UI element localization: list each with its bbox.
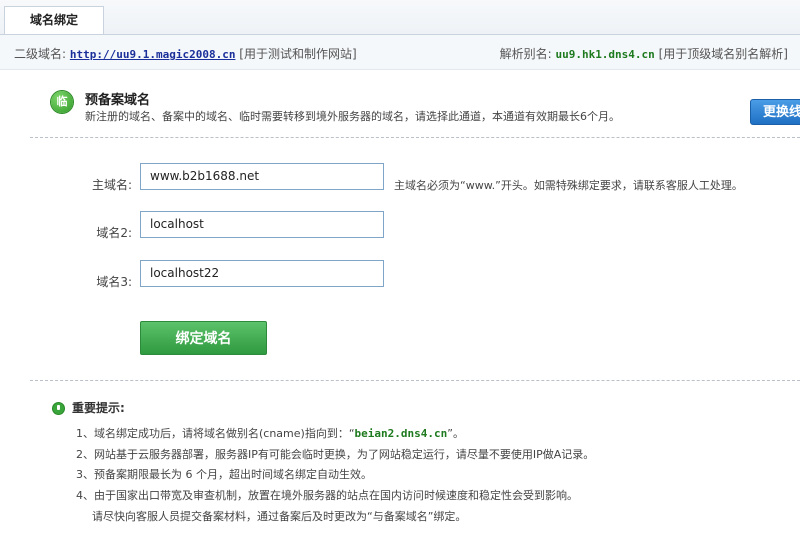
subdomain-link[interactable]: http://uu9.1.magic2008.cn (70, 48, 236, 61)
domain3-input[interactable]: localhost22 (140, 260, 384, 287)
alias-note: [用于顶级域名别名解析] (658, 47, 788, 61)
bind-domain-button[interactable]: 绑定域名 (140, 321, 267, 355)
subdomain-note: [用于测试和制作网站] (239, 47, 357, 61)
domain2-label: 域名2: (96, 226, 132, 240)
tip-4: 4、由于国家出口带宽及审查机制，放置在境外服务器的站点在国内访问时候速度和稳定性… (76, 489, 578, 502)
tip-3: 3、预备案期限最长为 6 个月，超出时间域名绑定自动生效。 (76, 468, 372, 481)
divider (30, 380, 800, 381)
tip-1-prefix: 1、域名绑定成功后，请将域名做别名(cname)指向到：“ (76, 427, 355, 440)
tips-title: 重要提示: (72, 401, 125, 415)
tab-bar: 域名绑定 (0, 0, 800, 35)
domain-info-bar: 二级域名: http://uu9.1.magic2008.cn [用于测试和制作… (0, 35, 800, 70)
divider (30, 137, 800, 138)
domain3-label: 域名3: (96, 275, 132, 289)
section-description: 新注册的域名、备案中的域名、临时需要转移到境外服务器的域名，请选择此通道，本通道… (85, 110, 620, 123)
tip-1: 1、域名绑定成功后，请将域名做别名(cname)指向到：“beian2.dns4… (76, 425, 464, 441)
subdomain-label: 二级域名: (14, 47, 67, 61)
switch-line-button[interactable]: 更换线 (750, 99, 800, 125)
domain2-input[interactable]: localhost (140, 211, 384, 238)
section-title: 预备案域名 (85, 93, 151, 108)
tab-domain-binding[interactable]: 域名绑定 (4, 6, 104, 34)
tip-5: 请尽快向客服人员提交备案材料，通过备案后及时更改为“与备案域名”绑定。 (92, 510, 467, 523)
main-domain-hint: 主域名必须为“www.”开头。如需特殊绑定要求，请联系客服人工处理。 (394, 179, 743, 192)
cname-target: beian2.dns4.cn (354, 427, 448, 440)
main-domain-label: 主域名: (91, 178, 132, 192)
alias-info: 解析别名: uu9.hk1.dns4.cn [用于顶级域名别名解析] (500, 45, 788, 62)
tip-1-suffix: ”。 (447, 427, 464, 440)
tip-2: 2、网站基于云服务器部署，服务器IP有可能会临时更换，为了网站稳定运行，请尽量不… (76, 448, 595, 461)
alias-value: uu9.hk1.dns4.cn (555, 48, 655, 61)
main-domain-input[interactable]: www.b2b1688.net (140, 163, 384, 190)
subdomain-info: 二级域名: http://uu9.1.magic2008.cn [用于测试和制作… (14, 45, 357, 62)
info-icon (53, 403, 64, 414)
temporary-icon: 临 (51, 91, 73, 113)
alias-label: 解析别名: (499, 47, 552, 61)
